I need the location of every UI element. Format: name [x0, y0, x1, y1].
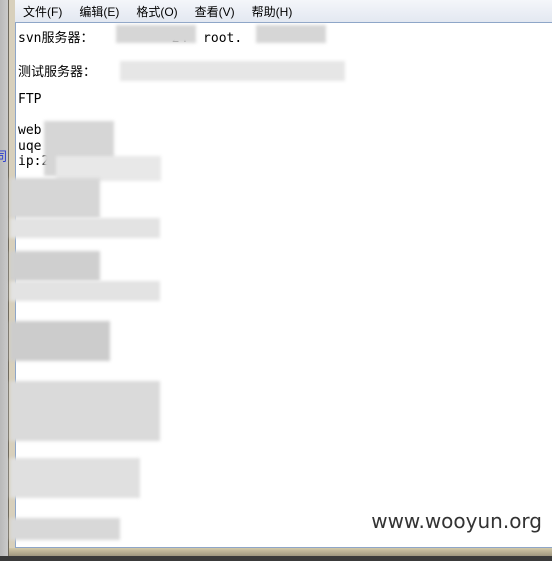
redacted-block — [116, 25, 196, 43]
text-editor-area[interactable]: svn服务器： 24 root. 测试服务器： FTP web uqe ip:2… — [10, 22, 552, 548]
redacted-block — [10, 321, 110, 361]
redacted-block — [120, 61, 345, 81]
menu-file[interactable]: 文件(F) — [15, 3, 71, 20]
redacted-block — [10, 218, 160, 238]
menu-help[interactable]: 帮助(H) — [244, 3, 302, 20]
background-window-text: 同 — [0, 149, 8, 164]
line-web: web — [18, 123, 42, 138]
redacted-block — [10, 458, 140, 498]
redacted-block — [10, 178, 100, 218]
redacted-block — [10, 281, 160, 301]
menu-view[interactable]: 查看(V) — [187, 3, 244, 20]
line-test-server: 测试服务器： — [18, 65, 97, 80]
menu-format[interactable]: 格式(O) — [128, 3, 186, 20]
menu-bar: 文件(F) 编辑(E) 格式(O) 查看(V) 帮助(H) — [15, 0, 552, 23]
redacted-block — [10, 518, 120, 540]
watermark: www.wooyun.org — [371, 509, 542, 533]
line-ftp: FTP — [18, 92, 42, 107]
taskbar-edge — [0, 556, 552, 561]
redacted-block — [10, 251, 100, 281]
redacted-block — [256, 25, 326, 43]
line-uqe: uqe — [18, 139, 42, 154]
window-bottom-border — [9, 548, 552, 556]
menu-edit[interactable]: 编辑(E) — [71, 3, 128, 20]
notepad-window: 文件(F) 编辑(E) 格式(O) 查看(V) 帮助(H) svn服务器： 24… — [8, 0, 552, 556]
redacted-block — [10, 381, 160, 441]
